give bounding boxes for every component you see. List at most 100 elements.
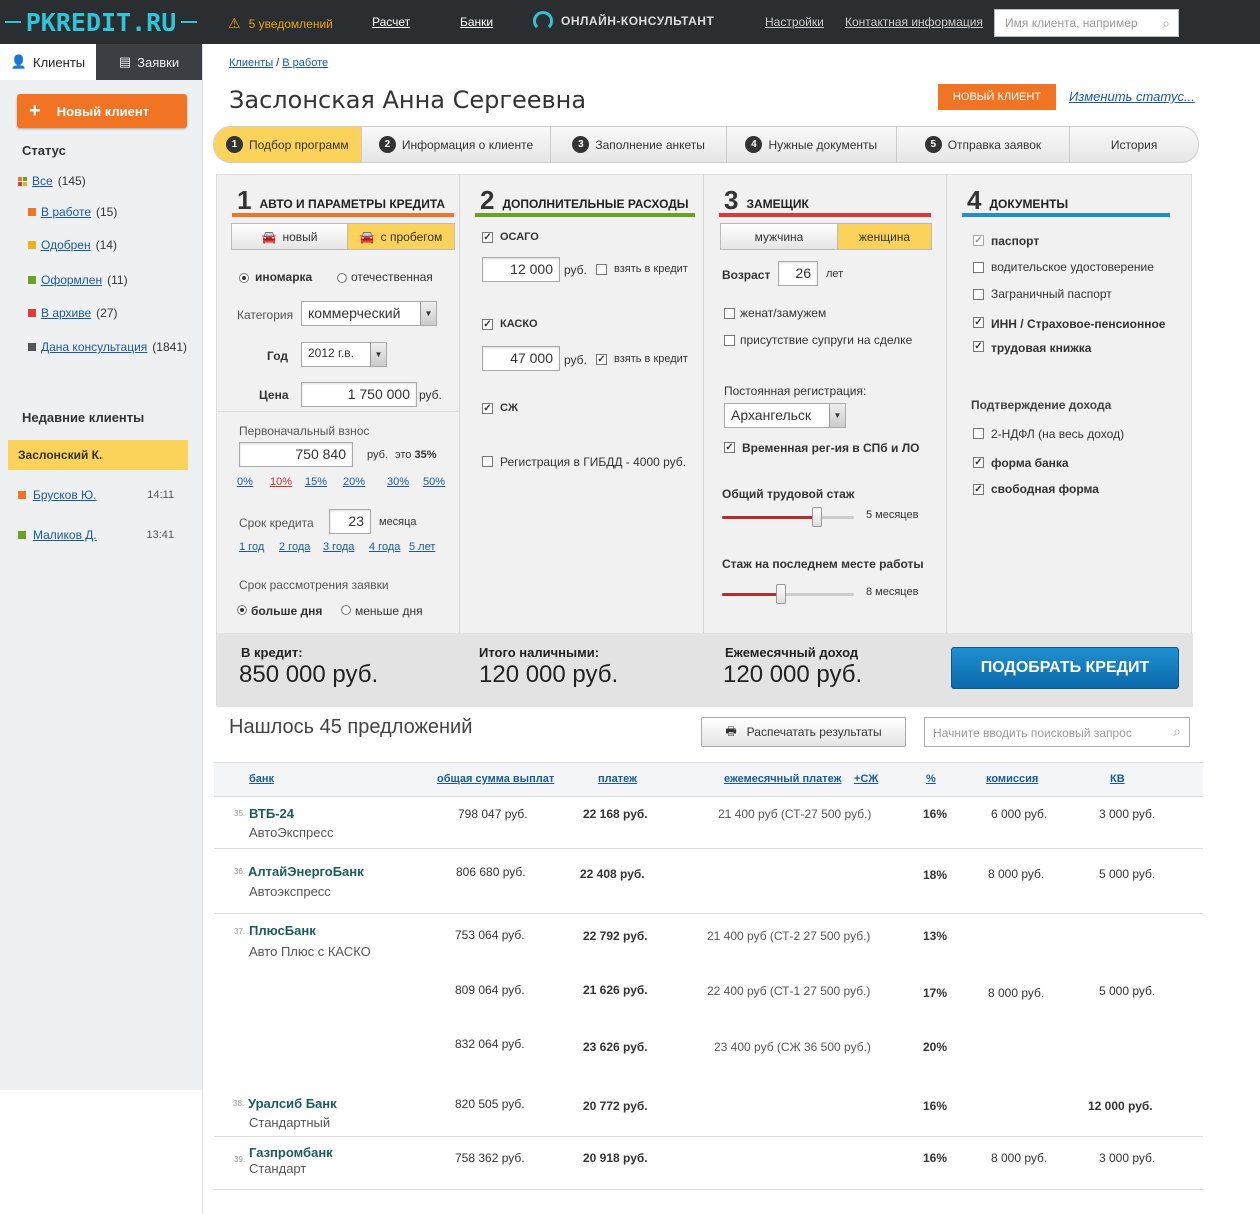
col-payment[interactable]: платеж — [598, 773, 637, 785]
ndfl-checkbox[interactable] — [973, 428, 984, 439]
term-preset-link[interactable]: 3 года — [323, 541, 354, 553]
tab-step-4[interactable]: 4 Нужные документы — [727, 127, 897, 162]
bank-form-checkbox[interactable]: ✓ — [973, 457, 984, 468]
status-item-all[interactable]: Все (145) — [18, 174, 86, 188]
temp-reg-checkbox[interactable]: ✓ — [724, 442, 735, 453]
kasko-checkbox[interactable]: ✓ — [482, 319, 493, 330]
price-input[interactable]: 1 750 000 — [301, 382, 417, 407]
tab-clients[interactable]: 👤 Клиенты — [0, 44, 96, 80]
osago-credit-checkbox[interactable] — [596, 264, 607, 275]
breadcrumb-in-work[interactable]: В работе — [282, 57, 328, 69]
car-used-option[interactable]: 🚘 с пробегом — [347, 224, 454, 249]
status-label[interactable]: Дана консультация — [41, 340, 147, 354]
category-select[interactable]: коммерческий ▼ — [301, 301, 437, 326]
pct-preset-link[interactable]: 0% — [237, 476, 253, 488]
license-checkbox[interactable] — [973, 262, 984, 273]
bank-name-link[interactable]: ВТБ-24 — [249, 806, 294, 821]
col-bank[interactable]: банк — [249, 773, 274, 785]
status-item-in-work[interactable]: В работе (15) — [28, 205, 117, 219]
status-item-issued[interactable]: Оформлен (11) — [28, 273, 128, 287]
results-search-input[interactable]: Начните вводить поисковый запрос ⌕ — [924, 717, 1190, 747]
status-label[interactable]: Все — [32, 174, 53, 188]
pick-credit-button[interactable]: ПОДОБРАТЬ КРЕДИТ — [951, 647, 1179, 689]
registration-select[interactable]: Архангельск ▼ — [724, 403, 846, 428]
tab-step-1[interactable]: 1 Подбор программ — [214, 127, 362, 162]
table-row[interactable]: 36. АлтайЭнергоБанк Автоэкспресс 806 680… — [214, 849, 1203, 914]
col-total[interactable]: общая сумма выплат — [437, 773, 554, 785]
table-row[interactable]: 35. ВТБ-24 АвтоЭкспресс 798 047 руб. 22 … — [214, 797, 1203, 849]
settings-link[interactable]: Настройки — [765, 15, 824, 29]
term-preset-link[interactable]: 1 год — [239, 541, 264, 553]
recent-client[interactable]: Маликов Д. 13:41 — [8, 520, 188, 550]
search-icon[interactable]: ⌕ — [1173, 723, 1181, 740]
foreign-radio[interactable] — [239, 273, 249, 283]
print-results-button[interactable]: 🖶 Распечатать результаты — [701, 717, 906, 747]
review-short-radio[interactable] — [341, 605, 351, 615]
nav-banks[interactable]: Банки — [460, 15, 493, 29]
year-select[interactable]: 2012 г.в. ▼ — [301, 342, 387, 367]
breadcrumb-clients[interactable]: Клиенты — [229, 57, 273, 69]
last-job-slider[interactable] — [722, 584, 854, 604]
recent-client-name[interactable]: Брусков Ю. — [33, 488, 97, 502]
osago-input[interactable]: 12 000 — [482, 257, 560, 282]
spouse-checkbox[interactable] — [724, 335, 735, 346]
tab-history[interactable]: История — [1070, 127, 1198, 162]
status-item-consult[interactable]: Дана консультация (1841) — [28, 340, 187, 354]
gender-female-option[interactable]: женщина — [837, 224, 931, 249]
gibdd-checkbox[interactable] — [482, 456, 493, 467]
pct-preset-link[interactable]: 50% — [423, 476, 445, 488]
tab-step-2[interactable]: 2 Информация о клиенте — [362, 127, 552, 162]
online-consultant[interactable]: ОНЛАЙН-КОНСУЛЬТАНТ — [533, 11, 714, 31]
kasko-input[interactable]: 47 000 — [482, 346, 560, 371]
notifications-link[interactable]: ⚠ 5 уведомлений — [228, 15, 333, 32]
term-input[interactable]: 23 — [329, 509, 371, 534]
status-label[interactable]: Одобрен — [41, 238, 91, 252]
tab-step-5[interactable]: 5 Отправка заявок — [897, 127, 1071, 162]
domestic-radio[interactable] — [337, 273, 347, 283]
bank-name-link[interactable]: ПлюсБанк — [249, 923, 316, 938]
col-commission[interactable]: комиссия — [986, 773, 1038, 785]
tab-step-3[interactable]: 3 Заполнение анкеты — [551, 127, 727, 162]
review-long-radio[interactable] — [237, 605, 247, 615]
recent-client-name[interactable]: Маликов Д. — [33, 528, 97, 542]
inn-checkbox[interactable]: ✓ — [973, 317, 984, 328]
down-payment-input[interactable]: 750 840 — [239, 442, 353, 467]
search-icon[interactable]: ⌕ — [1162, 15, 1170, 32]
passport-checkbox[interactable]: ✓ — [973, 235, 984, 246]
new-client-button[interactable]: + Новый клиент — [17, 94, 187, 128]
recent-client[interactable]: Заслонский К. — [8, 440, 188, 470]
status-label[interactable]: Оформлен — [41, 273, 102, 287]
bank-name-link[interactable]: АлтайЭнергоБанк — [248, 864, 364, 879]
free-form-checkbox[interactable]: ✓ — [973, 484, 984, 495]
table-row[interactable]: 39. Газпромбанк Стандарт 758 362 руб. 20… — [214, 1137, 1203, 1190]
pct-preset-link[interactable]: 20% — [343, 476, 365, 488]
status-label[interactable]: В архиве — [41, 306, 91, 320]
change-status-link[interactable]: Изменить статус... — [1069, 89, 1195, 104]
col-pct[interactable]: % — [926, 773, 936, 785]
col-monthly[interactable]: ежемесячный платеж — [724, 773, 841, 785]
pct-preset-link[interactable]: 30% — [387, 476, 409, 488]
status-label[interactable]: В работе — [41, 205, 91, 219]
recent-client[interactable]: Брусков Ю. 14:11 — [8, 480, 188, 510]
szh-checkbox[interactable]: ✓ — [482, 403, 493, 414]
workbook-checkbox[interactable]: ✓ — [973, 341, 984, 352]
term-preset-link[interactable]: 5 лет — [409, 541, 435, 553]
foreign-passport-checkbox[interactable] — [973, 289, 984, 300]
osago-checkbox[interactable]: ✓ — [482, 232, 493, 243]
gender-male-option[interactable]: мужчина — [721, 224, 837, 249]
slider-handle[interactable] — [776, 584, 787, 604]
status-item-approved[interactable]: Одобрен (14) — [28, 238, 117, 252]
term-preset-link[interactable]: 4 года — [369, 541, 400, 553]
experience-slider[interactable] — [722, 507, 854, 527]
bank-name-link[interactable]: Газпромбанк — [249, 1145, 333, 1160]
slider-handle[interactable] — [812, 507, 823, 527]
term-preset-link[interactable]: 2 года — [279, 541, 310, 553]
nav-calc[interactable]: Расчет — [372, 15, 410, 29]
table-row-group[interactable]: 37. ПлюсБанк Авто Плюс с КАСКО 753 064 р… — [214, 914, 1203, 1084]
status-item-archive[interactable]: В архиве (27) — [28, 306, 118, 320]
tab-requests[interactable]: ▤ Заявки — [96, 44, 202, 80]
kasko-credit-checkbox[interactable]: ✓ — [596, 354, 607, 365]
age-input[interactable]: 26 — [778, 261, 818, 286]
bank-name-link[interactable]: Уралсиб Банк — [248, 1096, 337, 1111]
table-row[interactable]: 38. Уралсиб Банк Стандартный 820 505 руб… — [214, 1084, 1203, 1137]
